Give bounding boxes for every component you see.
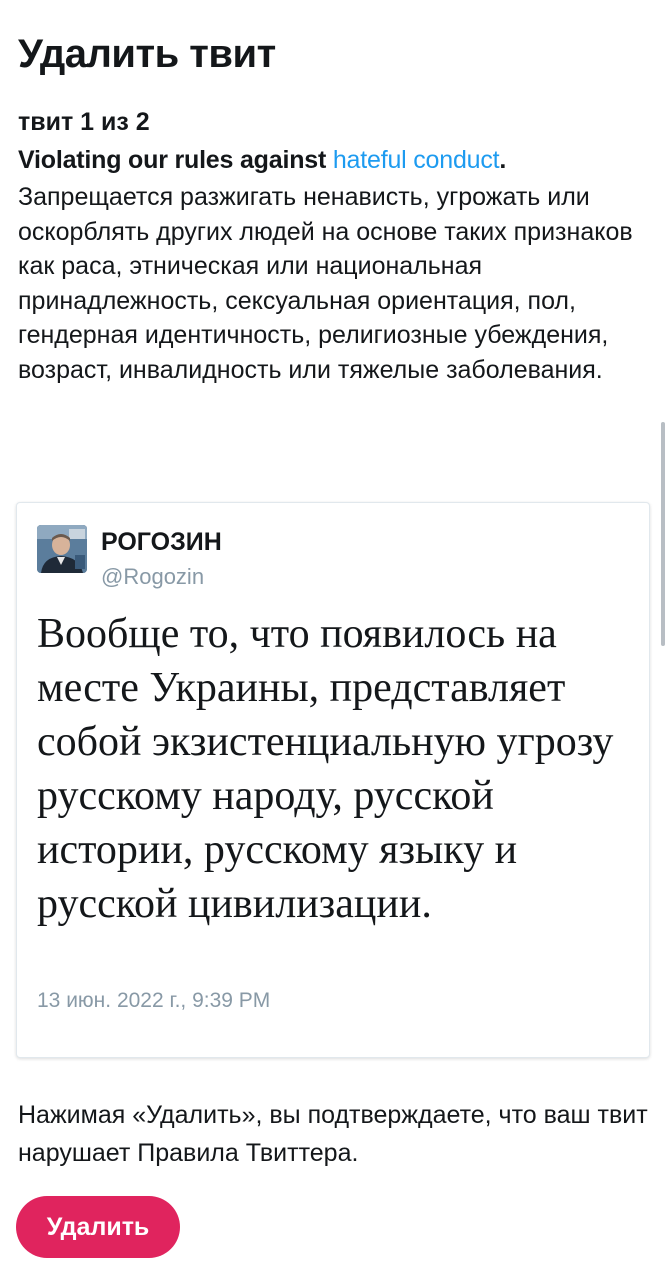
rule-violation-prefix: Violating our rules against bbox=[18, 146, 333, 174]
rule-violation-suffix: . bbox=[499, 146, 507, 174]
author-handle: @Rogozin bbox=[101, 564, 205, 589]
delete-tweet-page: Удалить твит твит 1 из 2 Violating our r… bbox=[0, 0, 667, 1280]
delete-disclaimer: Нажимая «Удалить», вы подтверждаете, что… bbox=[18, 1101, 648, 1167]
rule-violation-heading: Violating our rules against hateful cond… bbox=[18, 144, 648, 176]
tweet-text: Вообще то, что появилось на месте Украин… bbox=[37, 611, 614, 927]
rule-description: Запрещается разжигать ненависть, угрожат… bbox=[18, 183, 633, 384]
tweet-counter: твит 1 из 2 bbox=[18, 108, 150, 136]
author-name: РОГОЗИН bbox=[101, 528, 222, 556]
avatar bbox=[37, 525, 87, 573]
tweet-card: РОГОЗИН @Rogozin Вообще то, что появилос… bbox=[16, 502, 650, 1058]
page-title: Удалить твит bbox=[18, 32, 276, 76]
hateful-conduct-link[interactable]: hateful conduct bbox=[333, 146, 500, 174]
avatar-image bbox=[37, 525, 87, 573]
scrollbar[interactable] bbox=[661, 422, 665, 646]
delete-button[interactable]: Удалить bbox=[16, 1196, 180, 1258]
tweet-timestamp: 13 июн. 2022 г., 9:39 PM bbox=[37, 989, 271, 1012]
